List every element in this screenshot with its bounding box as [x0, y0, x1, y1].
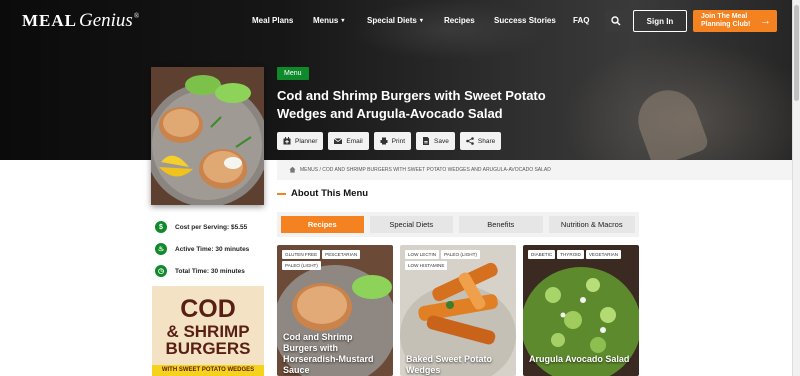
- diet-tag: PALEO (LIGHT): [441, 250, 480, 259]
- logo-meal: MEAL: [22, 11, 77, 30]
- search-button[interactable]: [605, 10, 627, 32]
- nav-label: Special Diets: [367, 16, 417, 25]
- nav-meal-plans[interactable]: Meal Plans: [252, 16, 293, 25]
- nav-recipes[interactable]: Recipes: [444, 16, 475, 25]
- nav-special-diets[interactable]: Special Diets ▾: [367, 16, 423, 25]
- nav-menus[interactable]: Menus ▾: [313, 16, 344, 25]
- cost-per-serving: $ Cost per Serving: $5.55: [155, 221, 247, 233]
- share-label: Share: [477, 137, 496, 145]
- total-time-label: Total Time: 30 minutes: [175, 267, 245, 275]
- nav-label: Success Stories: [494, 16, 556, 25]
- diet-tag: PALEO (LIGHT): [282, 261, 321, 270]
- recipe-photo-art: [151, 67, 264, 205]
- file-icon: [423, 137, 430, 145]
- envelope-icon: [334, 138, 343, 144]
- tab-nutrition-macros[interactable]: Nutrition & Macros: [548, 216, 635, 233]
- nav-label: FAQ: [573, 16, 590, 25]
- share-icon: [466, 137, 474, 145]
- card-title[interactable]: Cod and Shrimp Burgers with Horseradish-…: [283, 332, 387, 376]
- print-button[interactable]: Print: [373, 132, 412, 150]
- nav-success-stories[interactable]: Success Stories: [494, 16, 556, 25]
- promo-graphic: COD & SHRIMP BURGERS WITH SWEET POTATO W…: [152, 286, 264, 376]
- recipe-card[interactable]: GLUTEN FREE PESCETARIAN PALEO (LIGHT) Co…: [277, 245, 393, 376]
- card-title[interactable]: Baked Sweet Potato Wedges: [406, 354, 510, 376]
- printer-icon: [380, 137, 388, 145]
- promo-line-4: WITH SWEET POTATO WEDGES: [152, 365, 264, 376]
- sign-in-button[interactable]: Sign In: [633, 10, 687, 32]
- sign-in-label: Sign In: [646, 16, 674, 26]
- calendar-plus-icon: [283, 137, 291, 145]
- share-button[interactable]: Share: [459, 132, 502, 150]
- cost-label: Cost per Serving: $5.55: [175, 223, 248, 231]
- chef-hat-icon: ♨: [155, 243, 167, 255]
- chevron-down-icon: ▾: [419, 18, 423, 24]
- promo-line-1: COD: [180, 295, 236, 323]
- logo-genius: Genius: [79, 10, 133, 31]
- promo-line-3: BURGERS: [165, 339, 251, 358]
- email-button[interactable]: Email: [328, 132, 369, 150]
- save-button[interactable]: Save: [416, 132, 455, 150]
- menu-badge[interactable]: Menu: [277, 67, 309, 80]
- nav-faq[interactable]: FAQ: [573, 16, 589, 25]
- diet-tag: VEGETARIAN: [585, 250, 622, 259]
- chevron-down-icon: ▾: [341, 18, 345, 24]
- site-logo[interactable]: MEAL Genius ®: [22, 10, 139, 32]
- about-heading: About This Menu: [291, 188, 369, 199]
- planner-button[interactable]: Planner: [277, 132, 324, 150]
- clock-icon: ◷: [155, 265, 167, 277]
- tab-benefits[interactable]: Benefits: [459, 216, 543, 233]
- nav-label: Meal Plans: [252, 16, 294, 25]
- diet-tag: LOW HISTAMINE: [405, 261, 448, 270]
- scrollbar-thumb[interactable]: [794, 5, 799, 101]
- search-icon: [611, 16, 621, 26]
- home-icon[interactable]: [289, 166, 296, 175]
- active-time-label: Active Time: 30 minutes: [175, 245, 250, 253]
- breadcrumb-text[interactable]: MENUS / COD AND SHRIMP BURGERS WITH SWEE…: [300, 167, 551, 173]
- recipe-card[interactable]: LOW LECTIN PALEO (LIGHT) LOW HISTAMINE B…: [400, 245, 516, 376]
- save-label: Save: [434, 137, 449, 145]
- print-label: Print: [391, 137, 406, 145]
- nav-label: Menus: [313, 16, 339, 25]
- page-scrollbar[interactable]: [792, 0, 800, 376]
- diet-tag: GLUTEN FREE: [282, 250, 321, 259]
- about-accent-line: [277, 193, 286, 195]
- tab-recipes[interactable]: Recipes: [281, 216, 364, 233]
- recipe-actions: Planner Email Print Save Share: [277, 132, 502, 150]
- join-line-2: Planning Club!: [701, 21, 751, 28]
- dollar-icon: $: [155, 221, 167, 233]
- join-line-1: Join The Meal: [701, 13, 748, 20]
- join-club-button[interactable]: Join The Meal Planning Club! →: [693, 10, 777, 32]
- card-title[interactable]: Arugula Avocado Salad: [529, 354, 633, 365]
- total-time: ◷ Total Time: 30 minutes: [155, 265, 245, 277]
- email-label: Email: [346, 137, 363, 145]
- card-tags: DIABETIC THYROID VEGETARIAN: [528, 250, 634, 259]
- card-tags: GLUTEN FREE PESCETARIAN PALEO (LIGHT): [282, 250, 388, 270]
- menu-tabs: Recipes Special Diets Benefits Nutrition…: [277, 212, 639, 237]
- active-time: ♨ Active Time: 30 minutes: [155, 243, 249, 255]
- planner-label: Planner: [295, 137, 318, 145]
- diet-tag: THYROID: [557, 250, 584, 259]
- nav-label: Recipes: [444, 16, 475, 25]
- breadcrumb: MENUS / COD AND SHRIMP BURGERS WITH SWEE…: [277, 160, 792, 180]
- join-club-label: Join The Meal Planning Club!: [701, 13, 750, 29]
- diet-tag: LOW LECTIN: [405, 250, 440, 259]
- recipe-card[interactable]: DIABETIC THYROID VEGETARIAN Arugula Avoc…: [523, 245, 639, 376]
- diet-tag: DIABETIC: [528, 250, 556, 259]
- hero-background-shade: [350, 0, 550, 60]
- card-tags: LOW LECTIN PALEO (LIGHT) LOW HISTAMINE: [405, 250, 511, 270]
- tab-special-diets[interactable]: Special Diets: [369, 216, 454, 233]
- recipe-title: Cod and Shrimp Burgers with Sweet Potato…: [277, 88, 546, 121]
- arrow-right-icon: →: [760, 15, 771, 27]
- recipe-photo: [151, 67, 264, 205]
- logo-registered-mark: ®: [133, 12, 140, 20]
- diet-tag: PESCETARIAN: [322, 250, 361, 259]
